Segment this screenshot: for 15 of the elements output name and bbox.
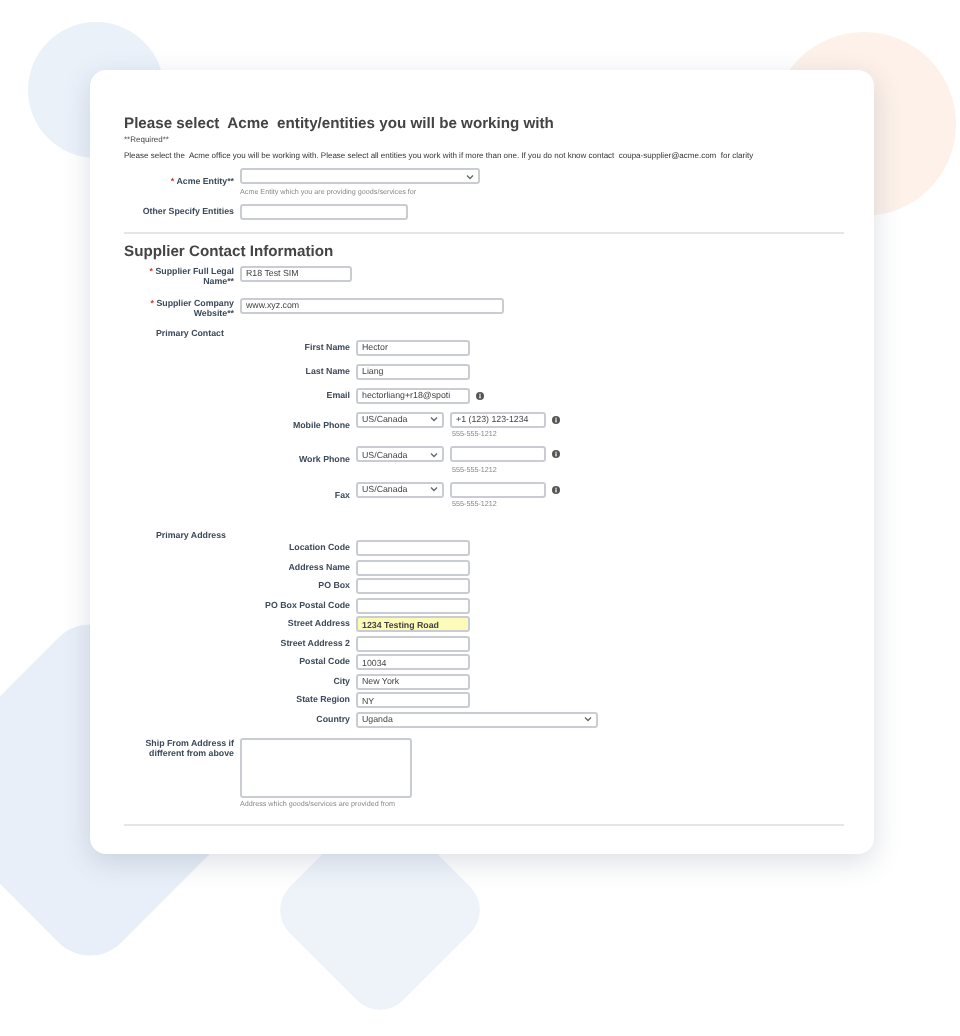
chevron-down-icon	[584, 716, 592, 722]
chevron-down-icon	[466, 173, 474, 179]
input-field[interactable]	[356, 578, 470, 594]
input-field[interactable]	[356, 635, 470, 651]
input-field[interactable]	[450, 481, 546, 497]
text-area[interactable]	[240, 737, 412, 797]
input-field[interactable]	[450, 446, 546, 462]
chevron-down-icon	[430, 486, 438, 492]
input-field[interactable]	[240, 203, 408, 219]
chevron-down-icon	[430, 416, 438, 422]
select-field[interactable]	[240, 168, 480, 184]
input-field[interactable]	[356, 597, 470, 613]
input-field[interactable]	[356, 540, 470, 556]
chevron-down-icon	[430, 451, 438, 457]
input-field[interactable]	[356, 559, 470, 575]
